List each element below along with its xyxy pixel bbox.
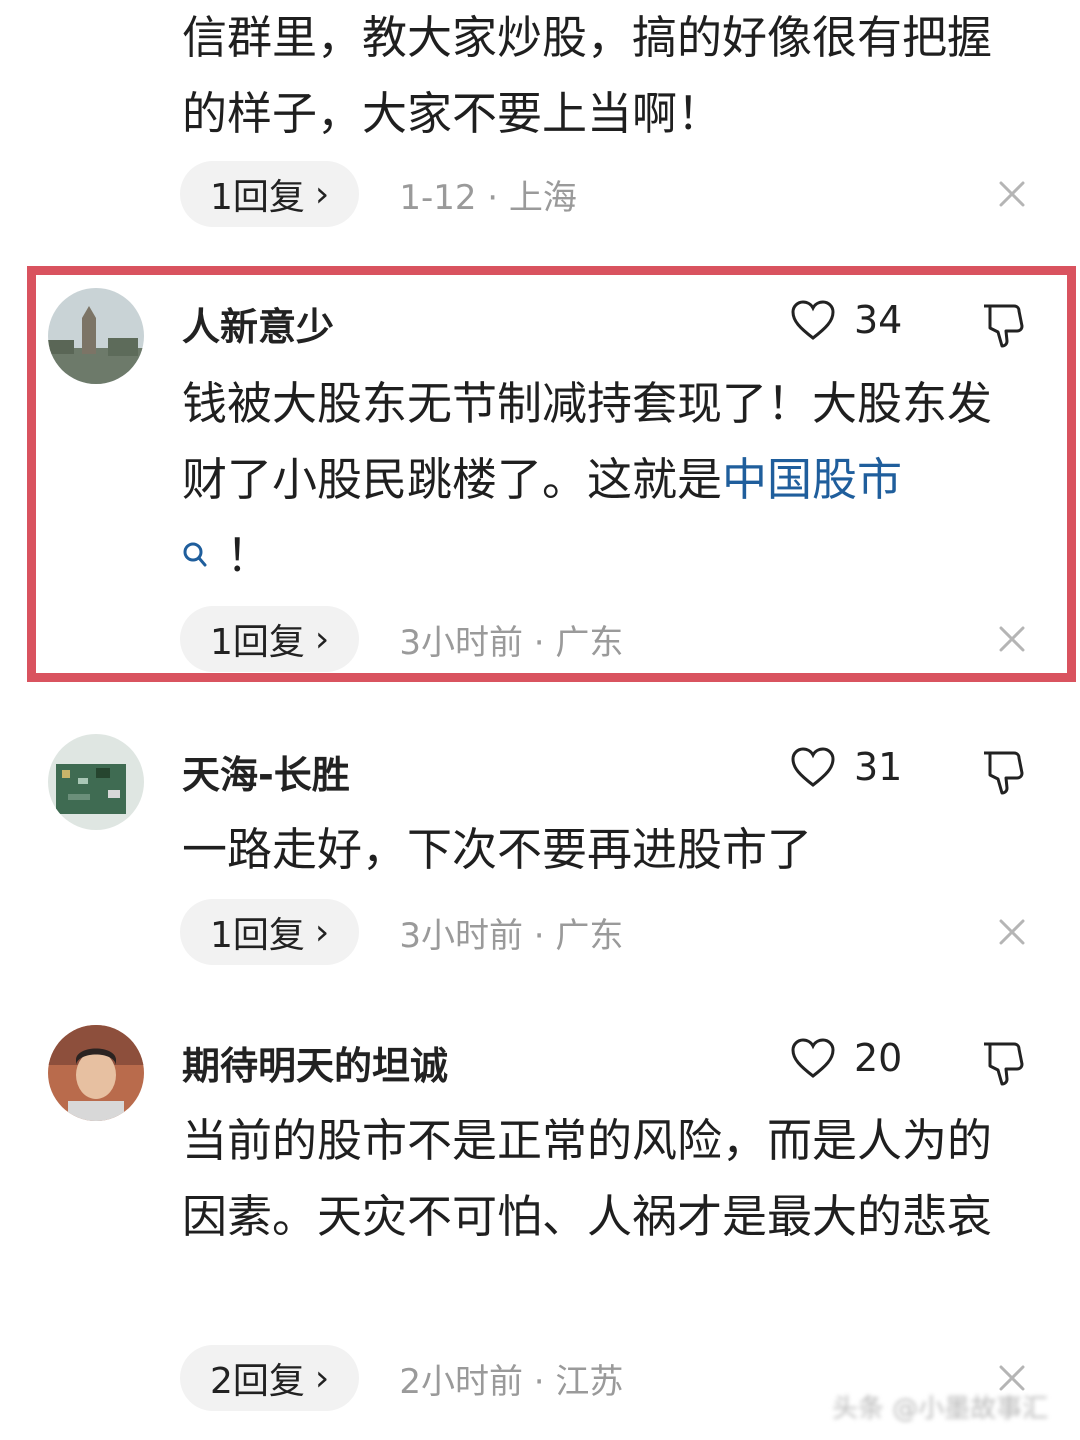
reply-count-label: 2回复	[210, 1361, 305, 1402]
search-icon[interactable]	[182, 541, 208, 569]
reply-button[interactable]: 1回复 ›	[180, 899, 360, 965]
comment-time: 3小时前	[399, 915, 523, 956]
chevron-right-icon: ›	[314, 173, 330, 215]
chevron-right-icon: ›	[314, 1357, 330, 1399]
close-icon[interactable]	[998, 180, 1026, 208]
chevron-right-icon: ›	[314, 911, 330, 953]
separator: ·	[487, 177, 499, 218]
avatar[interactable]	[48, 288, 144, 384]
watermark: 头条 @小墨故事汇	[832, 1394, 1049, 1424]
reply-count-label: 1回复	[210, 177, 305, 218]
username[interactable]: 期待明天的坦诚	[182, 1035, 448, 1090]
thumbs-down-icon[interactable]	[978, 1040, 1026, 1086]
like-button[interactable]: 34	[790, 298, 902, 342]
like-button[interactable]: 20	[790, 1036, 902, 1080]
username[interactable]: 人新意少	[182, 296, 334, 351]
comment-location: 江苏	[555, 1361, 624, 1402]
heart-icon	[791, 300, 835, 340]
topic-link[interactable]: 中国股市	[722, 453, 902, 506]
separator: ·	[533, 1361, 545, 1402]
comment-meta: 1回复 › 3小时前 · 广东	[180, 606, 623, 672]
like-count: 31	[854, 745, 903, 789]
close-icon[interactable]	[998, 625, 1026, 653]
reply-button[interactable]: 1回复 ›	[180, 606, 360, 672]
reply-button[interactable]: 2回复 ›	[180, 1345, 360, 1411]
comment-meta: 1回复 › 1-12 · 上海	[180, 161, 577, 227]
comment-text-body: 当前的股市不是正常的风险，而是人为的因素。天灾不可怕、人祸才是最大的悲哀	[182, 1114, 993, 1243]
comment-location: 上海	[508, 177, 577, 218]
comment-text-body: 信群里，教大家炒股，搞的好像很有把握的样子，大家不要上当啊！	[182, 11, 993, 140]
separator: ·	[533, 622, 545, 663]
like-count: 20	[854, 1036, 903, 1080]
time-location: 2小时前 · 江苏	[399, 1354, 623, 1403]
comment-time: 2小时前	[399, 1361, 523, 1402]
time-location: 1-12 · 上海	[399, 170, 577, 219]
avatar[interactable]	[48, 734, 144, 830]
comment-text: 一路走好，下次不要再进股市了	[182, 812, 1012, 888]
comment-location: 广东	[555, 622, 624, 663]
comment-time: 3小时前	[399, 622, 523, 663]
reply-count-label: 1回复	[210, 622, 305, 663]
like-count: 34	[854, 298, 903, 342]
like-button[interactable]: 31	[790, 745, 902, 789]
comment-text-tail: ！	[226, 529, 272, 582]
avatar[interactable]	[48, 1025, 144, 1121]
comment-text: 信群里，教大家炒股，搞的好像很有把握的样子，大家不要上当啊！	[182, 0, 1012, 152]
username[interactable]: 天海-长胜	[182, 744, 350, 799]
separator: ·	[533, 915, 545, 956]
close-icon[interactable]	[998, 918, 1026, 946]
comment-meta: 1回复 › 3小时前 · 广东	[180, 899, 623, 965]
comment-time: 1-12	[399, 177, 477, 218]
thumbs-down-icon[interactable]	[978, 302, 1026, 348]
time-location: 3小时前 · 广东	[399, 908, 623, 957]
comment-meta: 2回复 › 2小时前 · 江苏	[180, 1345, 623, 1411]
reply-button[interactable]: 1回复 ›	[180, 161, 360, 227]
heart-icon	[791, 1038, 835, 1078]
thumbs-down-icon[interactable]	[978, 749, 1026, 795]
heart-icon	[791, 747, 835, 787]
comment-text-body: 一路走好，下次不要再进股市了	[182, 823, 813, 876]
reply-count-label: 1回复	[210, 915, 305, 956]
comment-text: 当前的股市不是正常的风险，而是人为的因素。天灾不可怕、人祸才是最大的悲哀	[182, 1103, 1012, 1255]
chevron-right-icon: ›	[314, 618, 330, 660]
time-location: 3小时前 · 广东	[399, 615, 623, 664]
comment-list: 信群里，教大家炒股，搞的好像很有把握的样子，大家不要上当啊！ 1回复 › 1-1…	[0, 0, 1080, 1440]
comment-location: 广东	[555, 915, 624, 956]
comment-text: 钱被大股东无节制减持套现了！大股东发财了小股民跳楼了。这就是中国股市 ！	[182, 366, 1012, 594]
